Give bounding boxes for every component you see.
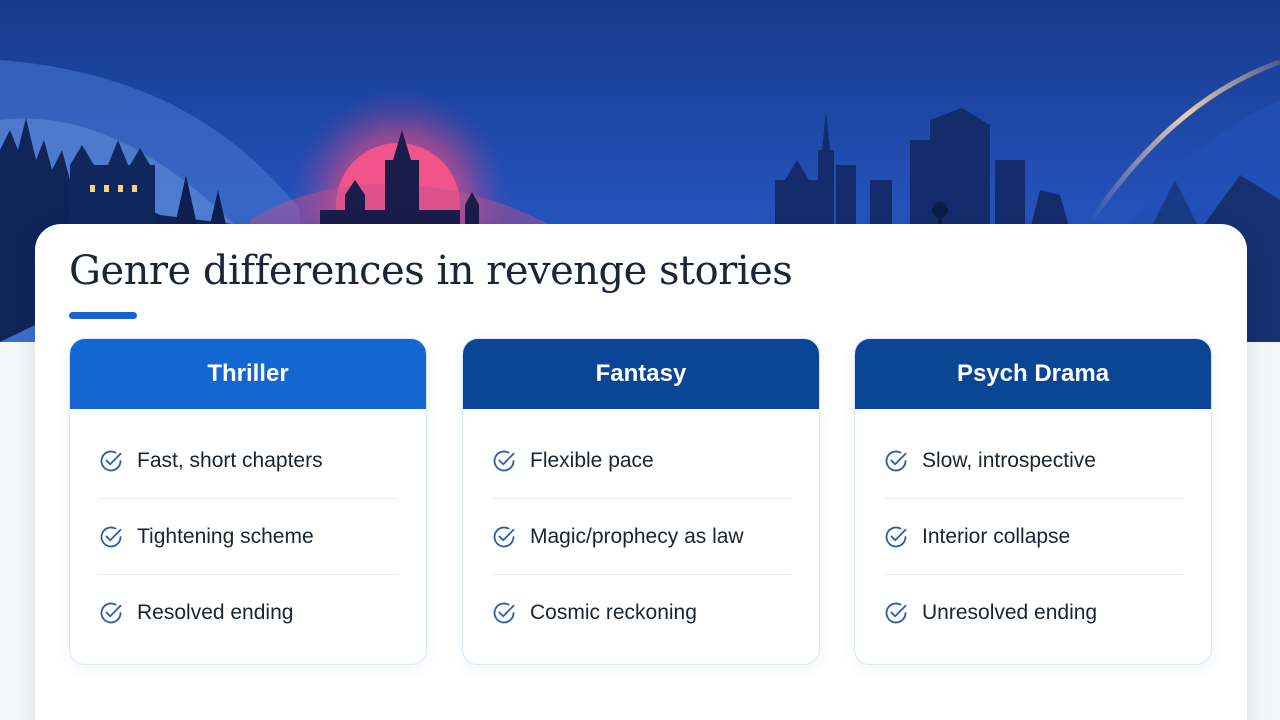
list-item: Unresolved ending [883,575,1183,651]
genre-card-fantasy: Fantasy Flexible pace Magic/prophecy as … [462,338,820,665]
genre-list-thriller: Fast, short chapters Tightening scheme R… [70,409,426,651]
list-item: Magic/prophecy as law [491,499,791,575]
check-circle-icon [885,450,907,471]
item-label: Magic/prophecy as law [530,524,744,548]
genre-header-psych-drama: Psych Drama [855,339,1211,409]
check-circle-icon [885,602,907,624]
check-circle-icon [493,602,515,624]
list-item: Resolved ending [98,575,398,651]
genre-card-thriller: Thriller Fast, short chapters Tightening… [69,338,427,665]
list-item: Tightening scheme [98,499,398,575]
list-item: Slow, introspective [883,423,1183,499]
title-underline [69,312,137,319]
content-panel: Genre differences in revenge stories Thr… [35,224,1247,720]
item-label: Flexible pace [530,448,654,472]
item-label: Resolved ending [137,601,294,624]
item-label: Interior collapse [922,524,1071,548]
check-circle-icon [493,450,515,471]
check-circle-icon [100,526,122,547]
check-circle-icon [100,602,122,624]
genre-header-fantasy: Fantasy [463,339,819,409]
check-circle-icon [493,526,515,547]
page-title: Genre differences in revenge stories [69,248,793,294]
list-item: Fast, short chapters [98,423,398,499]
item-label: Fast, short chapters [137,448,323,472]
list-item: Flexible pace [491,423,791,499]
genre-card-psych-drama: Psych Drama Slow, introspective Interior… [854,338,1212,665]
genre-header-thriller: Thriller [70,339,426,409]
list-item: Interior collapse [883,499,1183,575]
genre-list-fantasy: Flexible pace Magic/prophecy as law Cosm… [463,409,819,651]
list-item: Cosmic reckoning [491,575,791,651]
item-label: Cosmic reckoning [530,601,697,624]
item-label: Tightening scheme [137,524,314,548]
item-label: Slow, introspective [922,448,1096,472]
genre-list-psych-drama: Slow, introspective Interior collapse Un… [855,409,1211,651]
check-circle-icon [885,526,907,547]
item-label: Unresolved ending [922,601,1098,624]
check-circle-icon [100,450,122,471]
